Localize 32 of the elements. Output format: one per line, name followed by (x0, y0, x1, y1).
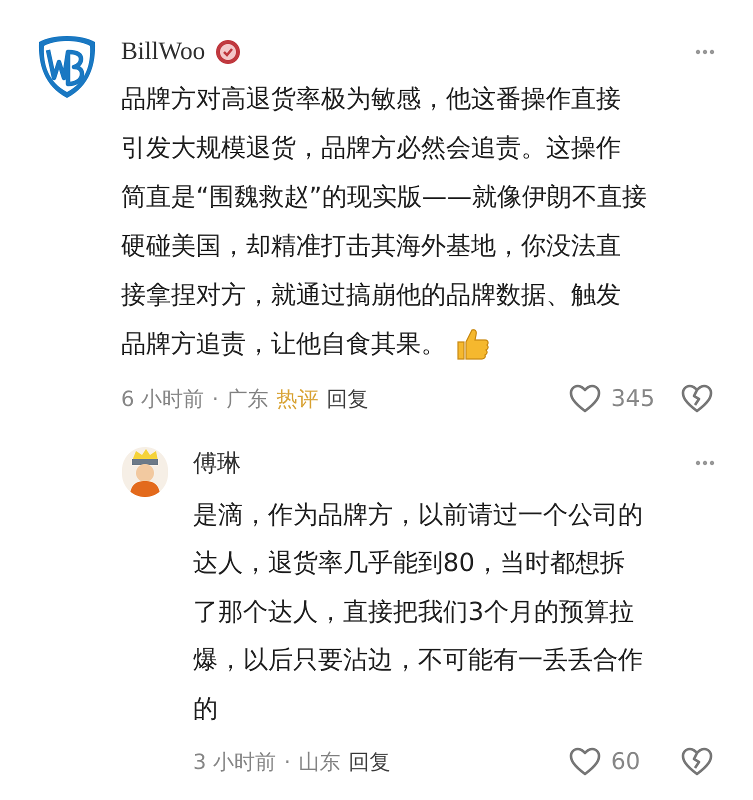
author-name[interactable]: BillWoo (121, 33, 206, 71)
more-icon[interactable] (695, 49, 715, 55)
comment-text-line: 品牌方追责，让他自食其果。 (121, 328, 446, 360)
reply-text-line: 了那个达人，直接把我们3个月的预算拉 (193, 596, 635, 628)
reply-button[interactable]: 回复 (326, 384, 369, 415)
more-icon[interactable] (695, 460, 715, 466)
reply-text-line: 达人，退货率几乎能到80，当时都想拆 (193, 547, 626, 579)
heart-icon[interactable] (569, 747, 601, 778)
comment-location: 山东 (298, 748, 341, 776)
like-count: 60 (611, 748, 642, 777)
avatar-picture (122, 446, 168, 496)
comment-text-line: 引发大规模退货，品牌方必然会追责。这操作 (121, 132, 621, 164)
heart-icon[interactable] (569, 384, 601, 414)
reply-text-line: 是滴，作为品牌方，以前请过一个公司的 (193, 498, 644, 530)
comment-text-line: 品牌方对高退货率极为敏感，他这番操作直接 (121, 83, 621, 115)
comment-text-line: 接拿捏对方，就通过搞崩他的品牌数据、触发 (121, 279, 621, 311)
hot-comment-label: 热评 (276, 386, 319, 412)
separator-dot: · (284, 748, 291, 776)
comment-text-line: 简直是“围魏救赵”的现实版——就像伊朗不直接 (121, 181, 647, 213)
broken-heart-icon[interactable] (681, 747, 713, 778)
reply-button[interactable]: 回复 (348, 746, 391, 778)
comment-location: 广东 (226, 386, 269, 412)
broken-heart-icon[interactable] (681, 384, 713, 414)
shield-logo-icon (36, 34, 98, 100)
author-name[interactable]: 傅琳 (193, 444, 241, 480)
reply-text-line: 爆，以后只要沾边，不可能有一丢丢合作 (193, 644, 644, 676)
comment-text-line: 硬碰美国，却精准打击其海外基地，你没法直 (121, 230, 621, 262)
comment-time: 6 小时前 (121, 386, 204, 412)
like-count: 345 (611, 385, 656, 414)
comment-time: 3 小时前 (193, 748, 276, 776)
separator-dot: · (212, 386, 219, 412)
reply-text-line: 的 (193, 692, 219, 724)
